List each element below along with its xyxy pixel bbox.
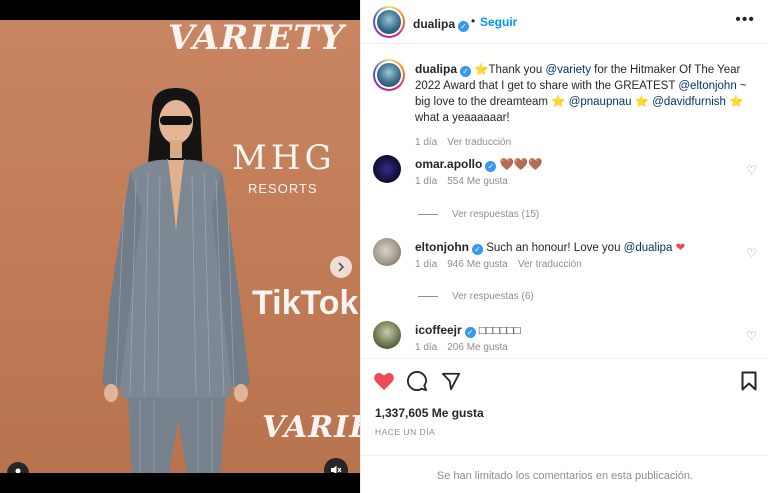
commenter-username[interactable]: icoffeejr [415, 323, 462, 337]
tagged-users-button[interactable] [7, 462, 29, 473]
post-timestamp[interactable]: HACE UN DÍA [375, 427, 435, 437]
comment-meta: 1 día 946 Me gusta Ver traducción [415, 259, 592, 270]
comment-time[interactable]: 1 día [415, 259, 437, 270]
comment-text: icoffeejr ✓ □□□□□□ [415, 323, 735, 339]
commenter-username[interactable]: omar.apollo [415, 157, 482, 171]
person-figure [102, 88, 250, 473]
verified-icon: ✓ [464, 327, 476, 338]
mention-link[interactable]: @pnaupnau [569, 96, 632, 108]
comment-text: omar.apollo ✓ 🤎🤎🤎 [415, 157, 735, 173]
next-image-button[interactable] [330, 256, 352, 278]
comment-likes[interactable]: 946 Me gusta [447, 259, 508, 270]
comment-meta: 1 día 554 Me gusta [415, 176, 518, 187]
verified-icon: ✓ [485, 161, 497, 172]
caption-username[interactable]: dualipa [415, 62, 457, 76]
bottom-black-bar [0, 473, 360, 493]
author-username-row[interactable]: dualipa ✓ [413, 15, 470, 33]
instagram-post-modal: VARIETY MHG RESORTS TikTok VARIETY [0, 0, 768, 493]
comment-likes[interactable]: 206 Me gusta [447, 342, 508, 353]
verified-icon: ✓ [460, 66, 472, 77]
commenter-avatar[interactable] [373, 155, 401, 183]
heart-filled-icon[interactable] [373, 371, 395, 391]
view-replies-button[interactable]: Ver respuestas (15) [418, 209, 539, 220]
translate-link[interactable]: Ver traducción [447, 137, 511, 148]
variety-watermark: VARIETY [168, 20, 345, 58]
comment-likes[interactable]: 554 Me gusta [447, 176, 508, 187]
share-icon[interactable] [441, 371, 461, 391]
likes-count[interactable]: 1,337,605 Me gusta [375, 406, 484, 420]
comments-limited-notice: Se han limitado los comentarios en esta … [361, 455, 768, 493]
author-username[interactable]: dualipa [413, 17, 455, 31]
follow-button[interactable]: Seguir [480, 15, 517, 29]
caption-avatar[interactable] [373, 59, 405, 91]
speaker-muted-icon [331, 465, 342, 473]
heart-outline-icon[interactable]: ♡ [746, 246, 757, 260]
bookmark-icon[interactable] [741, 371, 757, 391]
comment-body: Such an honour! Love you [486, 242, 624, 254]
commenter-username[interactable]: eltonjohn [415, 240, 469, 254]
separator-dot: • [471, 14, 476, 28]
caption-meta: 1 día Ver traducción [415, 137, 521, 148]
caption-time[interactable]: 1 día [415, 137, 437, 148]
post-side-panel: dualipa ✓ • Seguir ••• dualipa ✓ ⭐Thank yo… [360, 0, 768, 493]
mention-link[interactable]: @eltonjohn [678, 80, 736, 92]
heart-outline-icon[interactable]: ♡ [746, 329, 757, 343]
heart-emoji: ❤ [675, 242, 686, 254]
replies-line [418, 296, 438, 297]
mention-link[interactable]: @dualipa [624, 242, 673, 254]
comment-time[interactable]: 1 día [415, 176, 437, 187]
translate-link[interactable]: Ver traducción [518, 259, 582, 270]
caption-segment: ⭐Thank you [471, 64, 546, 76]
post-actions: 1,337,605 Me gusta HACE UN DÍA [361, 358, 768, 454]
more-options-icon[interactable]: ••• [735, 11, 755, 29]
view-replies-button[interactable]: Ver respuestas (6) [418, 291, 534, 302]
post-photo[interactable]: VARIETY MHG RESORTS TikTok VARIETY [0, 20, 360, 473]
comment-body: □□□□□□ [478, 325, 521, 337]
mention-link[interactable]: @davidfurnish [652, 96, 726, 108]
verified-icon: ✓ [458, 21, 470, 32]
chevron-right-icon [338, 262, 345, 272]
comment-time[interactable]: 1 día [415, 342, 437, 353]
post-header: dualipa ✓ • Seguir ••• [361, 0, 768, 44]
caption-segment: ⭐ [631, 96, 653, 108]
author-avatar[interactable] [373, 6, 405, 38]
comment-text: eltonjohn ✓ Such an honour! Love you @dua… [415, 240, 735, 256]
comment-meta: 1 día 206 Me gusta [415, 342, 518, 353]
heart-outline-icon[interactable]: ♡ [746, 163, 757, 177]
view-replies-label[interactable]: Ver respuestas (15) [452, 209, 539, 220]
replies-line [418, 214, 438, 215]
mention-link[interactable]: @variety [545, 64, 591, 76]
top-black-bar [0, 0, 360, 20]
view-replies-label[interactable]: Ver respuestas (6) [452, 291, 534, 302]
commenter-avatar[interactable] [373, 238, 401, 266]
verified-icon: ✓ [472, 244, 483, 255]
mute-button[interactable] [324, 458, 348, 473]
caption-text: dualipa ✓ ⭐Thank you @variety for the Hit… [415, 61, 755, 126]
comment-body: 🤎🤎🤎 [499, 159, 543, 171]
comment-icon[interactable] [407, 371, 427, 391]
commenter-avatar[interactable] [373, 321, 401, 349]
comments-scroll-area[interactable]: dualipa ✓ ⭐Thank you @variety for the Hit… [361, 45, 768, 357]
